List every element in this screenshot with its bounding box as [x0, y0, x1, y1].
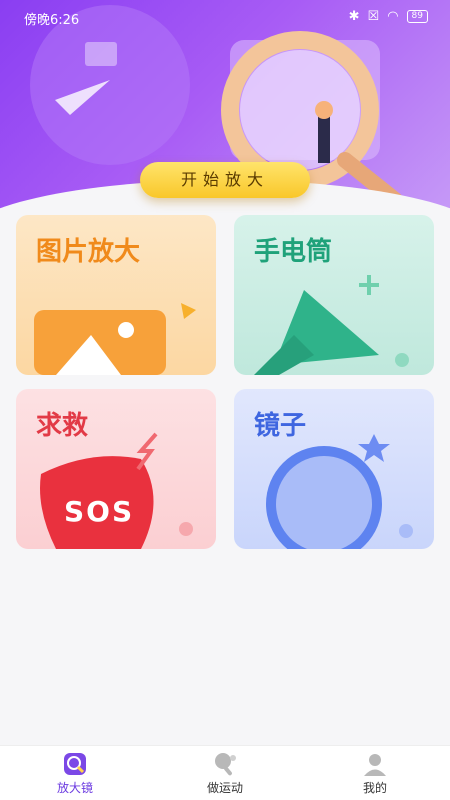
card-image-zoom-title: 图片放大	[36, 237, 141, 267]
ping-pong-icon	[215, 752, 236, 775]
card-sos-title: 求救	[36, 411, 89, 441]
nav-profile[interactable]: 我的	[300, 746, 450, 800]
nav-magnifier[interactable]: 放大镜	[0, 746, 150, 800]
card-mirror-title: 镜子	[254, 411, 307, 441]
nav-magnifier-label: 放大镜	[56, 780, 93, 795]
bluetooth-icon: ✱	[348, 9, 360, 24]
start-zoom-button[interactable]: 开始放大	[140, 162, 310, 198]
card-sos[interactable]: 求救 SOS	[16, 389, 216, 549]
nav-exercise-label: 做运动	[206, 780, 243, 795]
nav-exercise[interactable]: 做运动	[150, 746, 300, 800]
status-time: 傍晚6:26	[24, 13, 80, 28]
wifi-icon: ◠	[387, 9, 399, 24]
card-flashlight-title: 手电筒	[254, 237, 333, 267]
status-icons: ✱ ☒ ◠ 89	[349, 9, 428, 24]
sim-icon: ☒	[367, 9, 380, 24]
nav-profile-label: 我的	[362, 780, 387, 795]
battery-icon: 89	[406, 10, 428, 23]
card-image-zoom[interactable]: 图片放大	[16, 215, 216, 375]
user-icon	[364, 753, 386, 776]
card-flashlight[interactable]: 手电筒	[234, 215, 434, 375]
sos-badge-text: SOS	[64, 495, 135, 528]
card-mirror[interactable]: 镜子	[234, 389, 434, 549]
magnifier-icon	[64, 752, 86, 775]
status-bar: 傍晚6:26 ✱ ☒ ◠ 89	[0, 0, 450, 34]
bottom-nav: 放大镜 做运动 我的	[0, 745, 450, 800]
